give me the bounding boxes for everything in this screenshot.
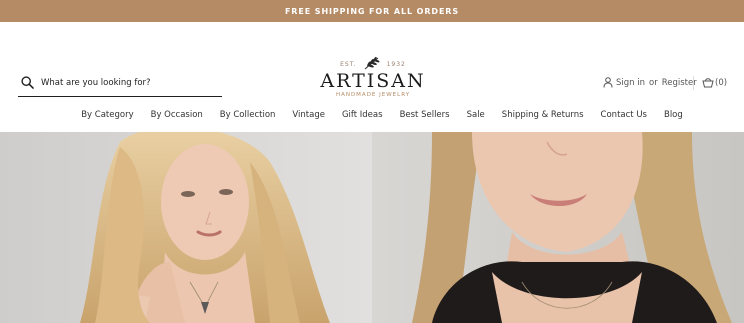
hero-banner[interactable] — [0, 132, 744, 323]
nav-item-blog[interactable]: Blog — [664, 110, 683, 120]
nav-item-contact-us[interactable]: Contact Us — [601, 110, 647, 120]
account-links: Sign in or Register — [603, 77, 697, 88]
main-nav: By Category By Occasion By Collection Vi… — [0, 98, 744, 132]
logo-est-row: EST. 1932 — [318, 56, 428, 71]
user-icon[interactable] — [603, 77, 613, 88]
nav-item-by-collection[interactable]: By Collection — [220, 110, 276, 120]
search-bar[interactable]: What are you looking for? — [18, 70, 222, 97]
search-icon[interactable] — [21, 76, 35, 90]
sign-in-link[interactable]: Sign in — [616, 78, 645, 88]
nav-item-vintage[interactable]: Vintage — [292, 110, 325, 120]
nav-item-gift-ideas[interactable]: Gift Ideas — [342, 110, 383, 120]
logo-tagline: HANDMADE JEWELRY — [335, 92, 411, 98]
logo-est: EST. — [340, 60, 357, 68]
nav-item-by-category[interactable]: By Category — [81, 110, 133, 120]
hero-image-right[interactable] — [372, 132, 744, 323]
register-link[interactable]: Register — [662, 78, 697, 88]
nav-item-best-sellers[interactable]: Best Sellers — [400, 110, 450, 120]
hero-image-left[interactable] — [0, 132, 372, 323]
search-input[interactable]: What are you looking for? — [41, 78, 151, 88]
logo-wordmark: ARTISAN — [320, 70, 426, 92]
cart-count: (0) — [715, 77, 728, 88]
nav-item-shipping-returns[interactable]: Shipping & Returns — [502, 110, 584, 120]
cart-button[interactable]: (0) — [702, 77, 727, 88]
promo-text: FREE SHIPPING FOR ALL ORDERS — [284, 6, 460, 16]
nav-item-by-occasion[interactable]: By Occasion — [151, 110, 203, 120]
nav-item-sale[interactable]: Sale — [467, 110, 485, 120]
logo-year: 1932 — [386, 60, 406, 68]
header-divider — [693, 76, 694, 90]
site-header: What are you looking for? EST. 1932 ARTI… — [0, 22, 744, 98]
basket-icon[interactable] — [702, 77, 714, 88]
site-logo[interactable]: EST. 1932 ARTISAN HANDMADE JEWELRY — [318, 56, 428, 98]
account-or-text: or — [649, 77, 658, 88]
promo-banner: FREE SHIPPING FOR ALL ORDERS — [0, 0, 744, 22]
